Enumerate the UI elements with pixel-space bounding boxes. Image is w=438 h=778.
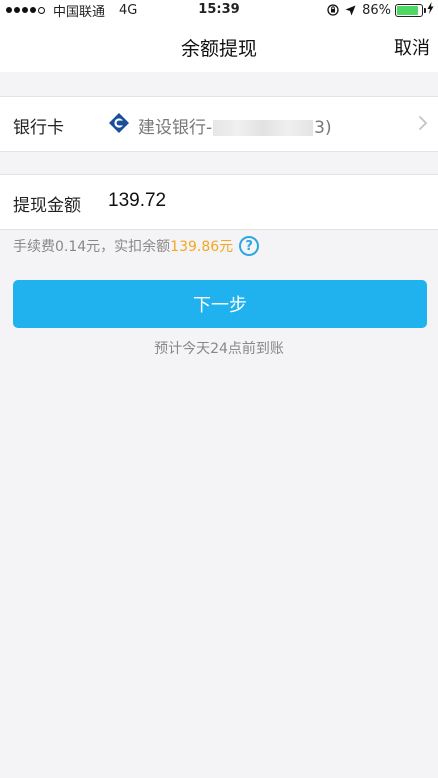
nav-bar: 余额提现 取消 bbox=[0, 20, 438, 72]
withdraw-amount-input[interactable] bbox=[104, 185, 422, 217]
bank-name-suffix: 3) bbox=[314, 118, 332, 138]
charging-bolt-icon bbox=[427, 2, 434, 18]
deduct-amount: 139.86元 bbox=[170, 239, 234, 255]
chevron-right-icon bbox=[418, 115, 428, 131]
next-button[interactable]: 下一步 bbox=[13, 280, 427, 328]
battery-icon bbox=[395, 3, 426, 17]
fee-info: 手续费0.14元，实扣余额 139.86元 ? bbox=[13, 235, 260, 257]
bank-card-label: 银行卡 bbox=[13, 118, 64, 138]
withdraw-amount-row: 提现金额 bbox=[0, 174, 438, 230]
masked-card-number bbox=[213, 120, 314, 136]
battery-percent: 86% bbox=[362, 2, 391, 18]
help-icon[interactable]: ? bbox=[239, 236, 260, 256]
cancel-button[interactable]: 取消 bbox=[394, 34, 430, 60]
arrival-estimate-text: 预计今天24点前到账 bbox=[154, 341, 284, 357]
status-bar: 中国联通 4G 15:39 86% bbox=[0, 0, 438, 20]
page-title: 余额提现 bbox=[180, 38, 257, 60]
bank-card-selector[interactable]: 银行卡 建设银行- 3) bbox=[0, 96, 438, 152]
location-arrow-icon bbox=[345, 5, 356, 16]
status-bar-right: 86% bbox=[327, 2, 434, 18]
withdraw-screen: 中国联通 4G 15:39 86% 余额提现 取消 银行卡 建设银行- 3) 提… bbox=[0, 0, 438, 778]
fee-text: 手续费0.14元，实扣余额 bbox=[13, 239, 171, 255]
bank-card-name: 建设银行- 3) bbox=[138, 113, 332, 138]
battery-level-fill bbox=[397, 5, 418, 15]
ccb-bank-logo-icon bbox=[108, 112, 130, 134]
rotation-lock-icon bbox=[327, 4, 339, 16]
bank-name-prefix: 建设银行- bbox=[138, 118, 213, 138]
withdraw-amount-label: 提现金额 bbox=[13, 196, 81, 216]
